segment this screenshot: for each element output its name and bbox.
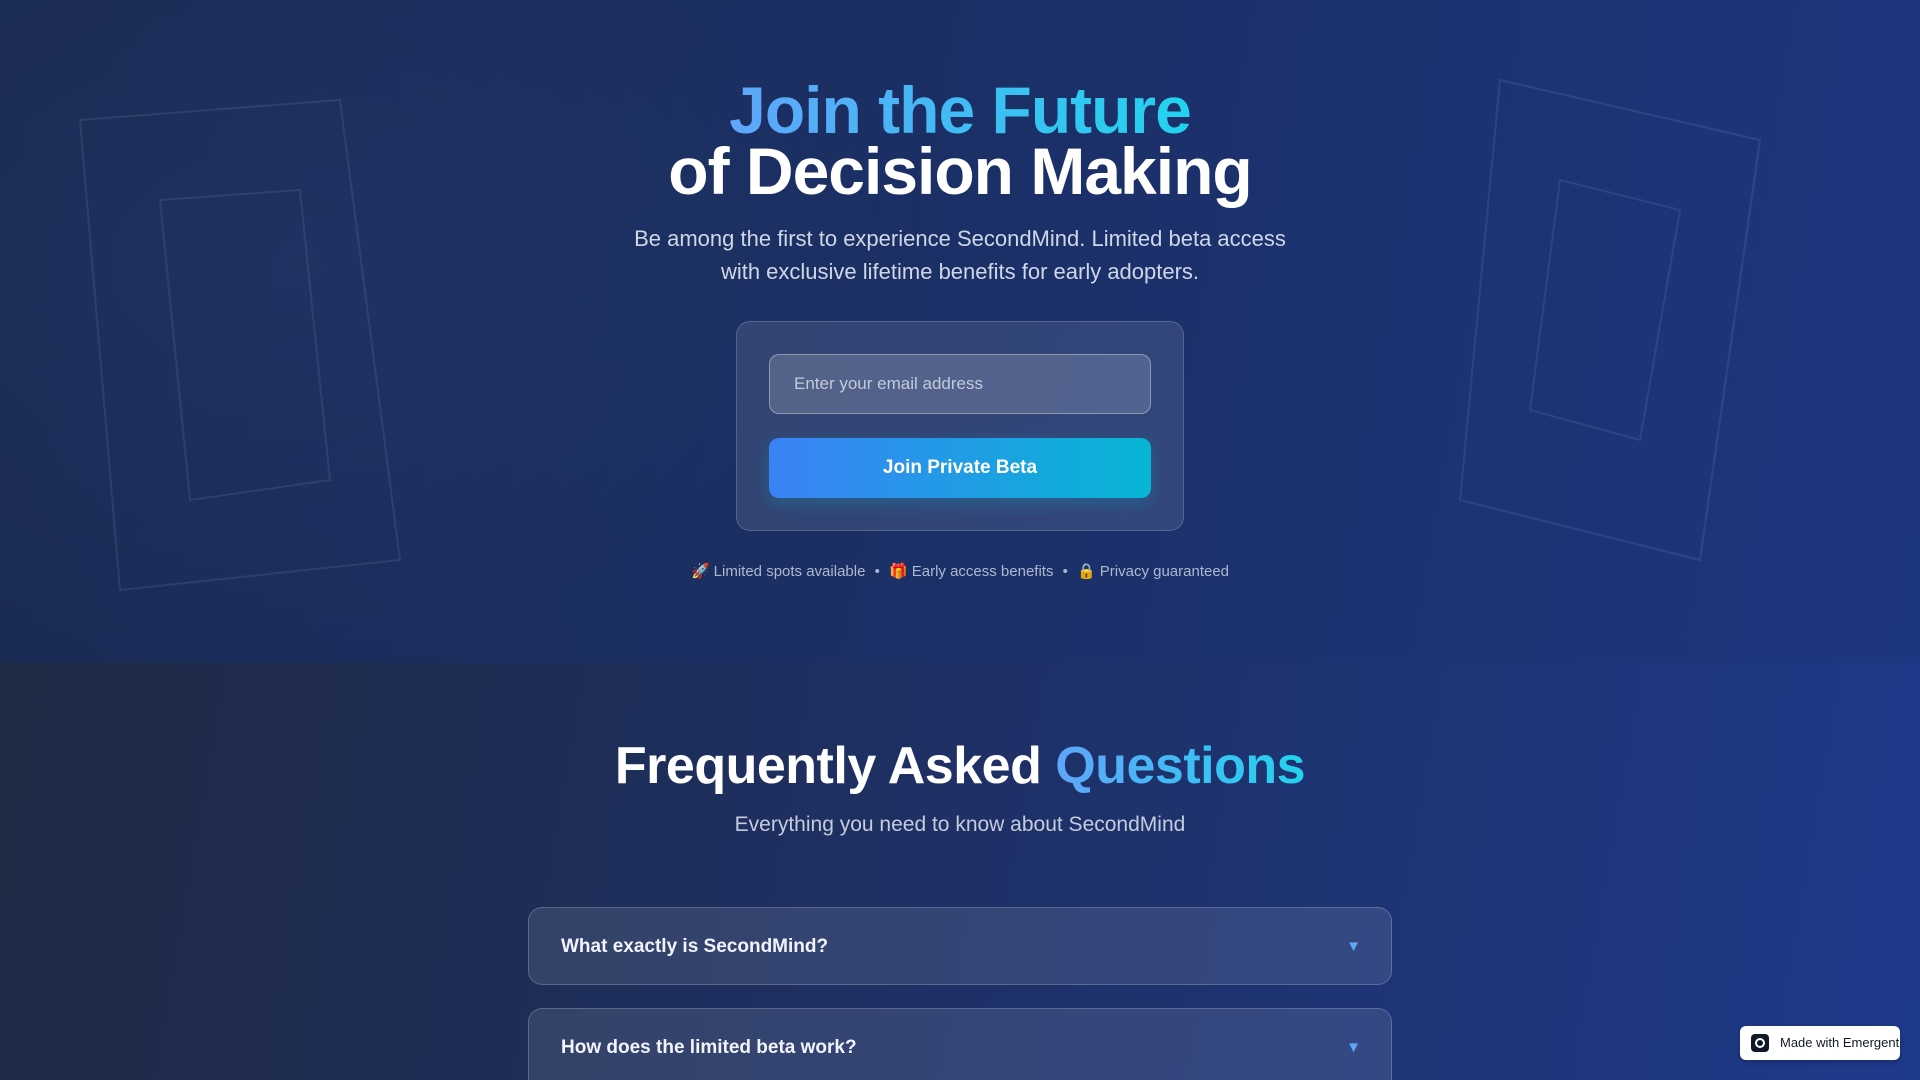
hero-section: Join the Future of Decision Making Be am… <box>0 0 1920 663</box>
join-private-beta-button[interactable]: Join Private Beta <box>769 438 1151 498</box>
faq-item-what-is-secondmind[interactable]: What exactly is SecondMind? ▼ <box>528 907 1392 985</box>
faq-title-main: Frequently Asked <box>614 737 1042 795</box>
hero-subtitle: Be among the first to experience SecondM… <box>634 226 1286 284</box>
gift-icon: 🎁 <box>889 563 908 580</box>
made-with-emergent-badge[interactable]: Made with Emergent <box>1740 1026 1900 1060</box>
beta-signup-card: Join Private Beta <box>736 321 1184 531</box>
badge-label: Made with Emergent <box>1780 1035 1900 1050</box>
perks-line: 🚀 Limited spots available • 🎁 Early access… <box>0 562 1920 580</box>
faq-title-accent: Questions <box>1055 737 1306 795</box>
lock-icon: 🔒 <box>1077 563 1096 580</box>
faq-question: What exactly is SecondMind? <box>561 936 829 957</box>
perk-label: Limited spots available <box>713 563 866 580</box>
emergent-logo-icon <box>1751 1034 1769 1052</box>
perk-limited-spots: 🚀 Limited spots available <box>691 562 865 580</box>
perk-early-access: 🎁 Early access benefits <box>889 562 1053 580</box>
rocket-icon: 🚀 <box>690 563 710 580</box>
perk-separator: • <box>1062 563 1068 580</box>
perk-label: Early access benefits <box>911 563 1054 580</box>
faq-title: Frequently Asked Questions <box>0 735 1920 797</box>
chevron-down-icon[interactable]: ▼ <box>1346 908 1361 986</box>
faq-section: Frequently Asked Questions Everything yo… <box>0 663 1920 1080</box>
chevron-down-icon[interactable]: ▼ <box>1346 1009 1361 1080</box>
perk-separator: • <box>874 563 880 580</box>
hero-title-line2: of Decision Making <box>668 134 1252 208</box>
faq-subtitle: Everything you need to know about Second… <box>734 813 1186 836</box>
email-input[interactable] <box>769 354 1151 414</box>
perk-label: Privacy guaranteed <box>1099 563 1230 580</box>
faq-question: How does the limited beta work? <box>561 1037 857 1058</box>
perk-privacy: 🔒 Privacy guaranteed <box>1077 562 1229 580</box>
faq-item-limited-beta[interactable]: How does the limited beta work? ▼ <box>528 1008 1392 1080</box>
